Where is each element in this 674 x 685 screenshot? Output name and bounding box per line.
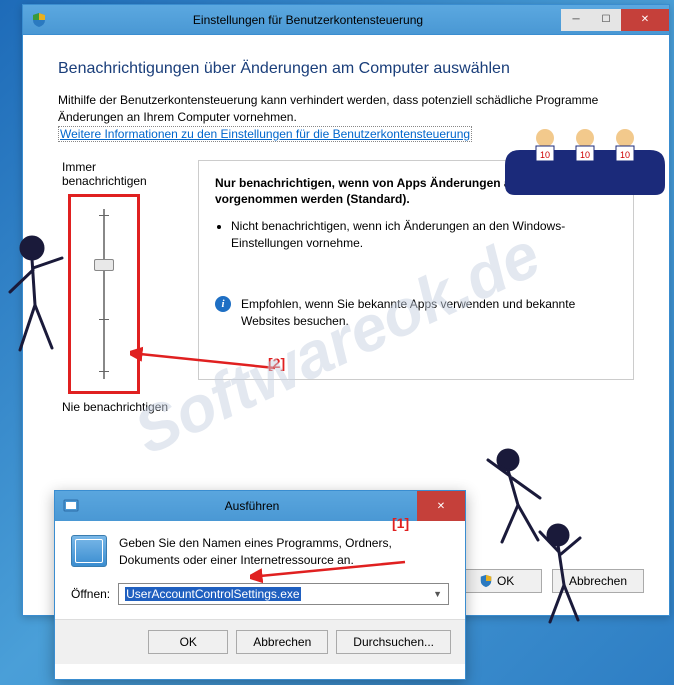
run-icon bbox=[63, 498, 79, 514]
shield-icon bbox=[31, 12, 47, 28]
page-heading: Benachrichtigungen über Änderungen am Co… bbox=[58, 60, 634, 78]
minimize-button[interactable]: ─ bbox=[561, 9, 591, 31]
info-bullet: Nicht benachrichtigen, wenn ich Änderung… bbox=[231, 218, 617, 252]
slider-bottom-label: Nie benachrichtigen bbox=[62, 400, 178, 414]
open-combobox[interactable]: UserAccountControlSettings.exe ▼ bbox=[118, 583, 449, 605]
info-title: Nur benachrichtigen, wenn von Apps Änder… bbox=[215, 175, 617, 209]
notification-info-panel: Nur benachrichtigen, wenn von Apps Änder… bbox=[198, 160, 634, 380]
page-description: Mithilfe der Benutzerkontensteuerung kan… bbox=[58, 92, 634, 126]
run-cancel-button[interactable]: Abbrechen bbox=[236, 630, 328, 654]
ok-button[interactable]: OK bbox=[462, 569, 542, 593]
ok-button-label: OK bbox=[497, 574, 514, 588]
run-window-title: Ausführen bbox=[87, 499, 417, 513]
cancel-button[interactable]: Abbrechen bbox=[552, 569, 644, 593]
slider-top-label: Immer benachrichtigen bbox=[62, 160, 178, 188]
shield-icon bbox=[479, 574, 493, 588]
more-info-link[interactable]: Weitere Informationen zu den Einstellung… bbox=[58, 126, 472, 142]
open-input-value: UserAccountControlSettings.exe bbox=[125, 587, 300, 601]
uac-titlebar[interactable]: Einstellungen für Benutzerkontensteuerun… bbox=[23, 5, 669, 35]
slider-tick bbox=[99, 319, 109, 320]
slider-thumb[interactable] bbox=[94, 259, 114, 271]
uac-window-title: Einstellungen für Benutzerkontensteuerun… bbox=[55, 13, 561, 27]
run-titlebar[interactable]: Ausführen ✕ bbox=[55, 491, 465, 521]
slider-tick bbox=[99, 215, 109, 216]
open-label: Öffnen: bbox=[71, 587, 110, 601]
info-icon: i bbox=[215, 296, 231, 312]
slider-track bbox=[103, 209, 105, 379]
slider-tick bbox=[99, 371, 109, 372]
run-description: Geben Sie den Namen eines Programms, Ord… bbox=[119, 535, 449, 569]
close-button[interactable]: ✕ bbox=[621, 9, 669, 31]
maximize-button[interactable]: ☐ bbox=[591, 9, 621, 31]
info-recommend-text: Empfohlen, wenn Sie bekannte Apps verwen… bbox=[241, 296, 617, 330]
run-dialog: Ausführen ✕ Geben Sie den Namen eines Pr… bbox=[54, 490, 466, 680]
run-ok-button[interactable]: OK bbox=[148, 630, 228, 654]
chevron-down-icon[interactable]: ▼ bbox=[433, 589, 442, 599]
run-app-icon bbox=[71, 535, 107, 567]
run-close-button[interactable]: ✕ bbox=[417, 491, 465, 521]
notification-slider-highlight bbox=[68, 194, 140, 394]
run-browse-button[interactable]: Durchsuchen... bbox=[336, 630, 451, 654]
